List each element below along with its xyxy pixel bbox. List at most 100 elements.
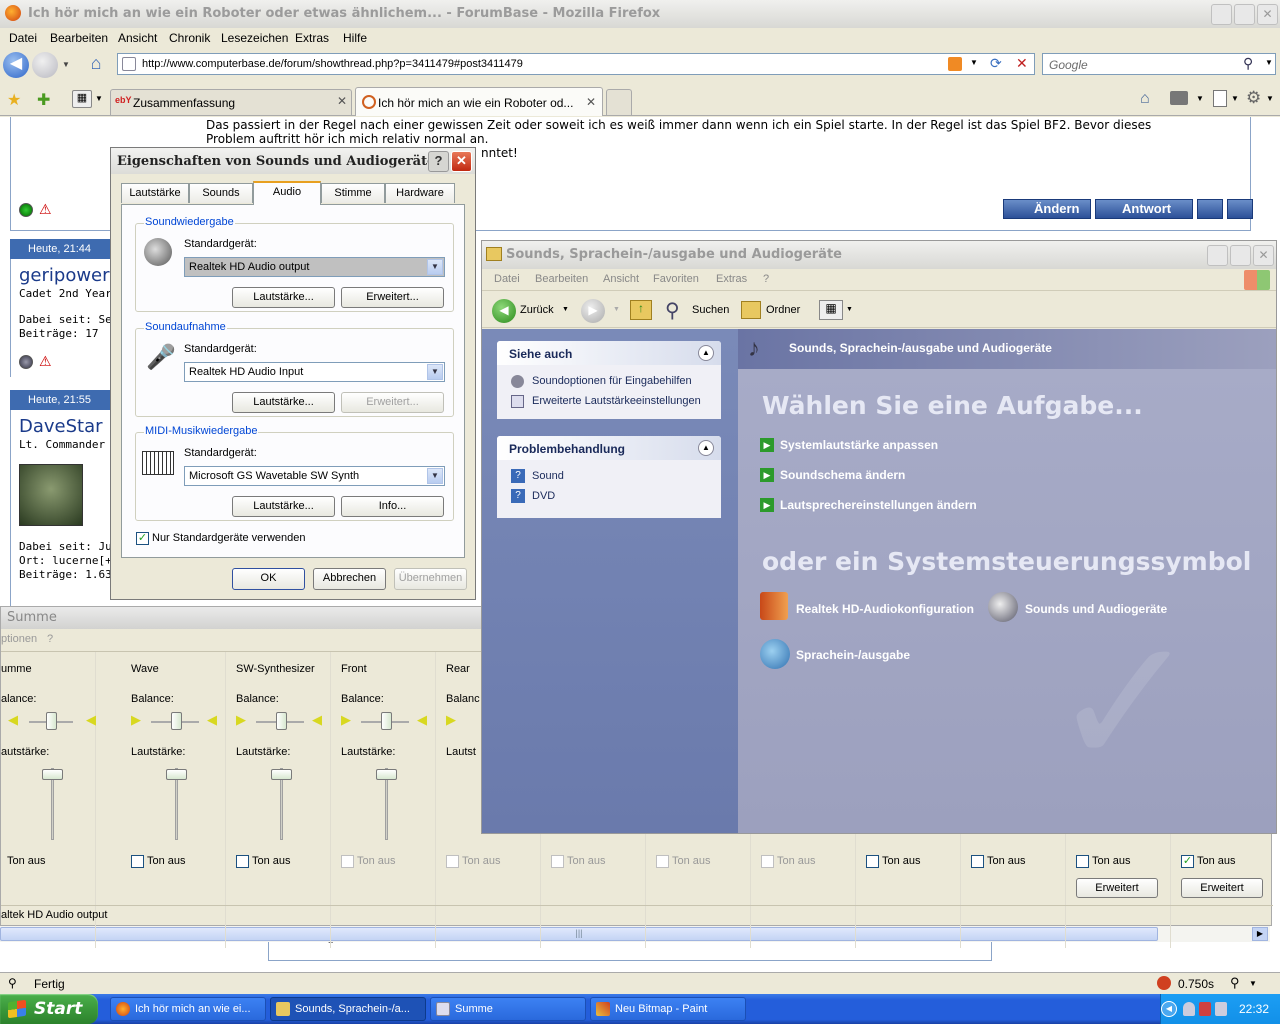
maximize-button[interactable] — [1234, 4, 1255, 25]
tray-user-icon[interactable] — [1183, 1002, 1195, 1016]
mute-checkbox[interactable] — [656, 855, 669, 868]
quick-reply-button[interactable] — [1227, 199, 1253, 219]
cpl-menu-bearbeiten[interactable]: Bearbeiten — [535, 273, 588, 285]
tray-volume-icon[interactable] — [1215, 1002, 1227, 1016]
troubleshoot-sound[interactable]: Sound — [532, 470, 564, 482]
playback-volume-button[interactable]: Lautstärke... — [232, 287, 335, 308]
tab-roboter[interactable]: Ich hör mich an wie ein Roboter od... ✕ — [355, 87, 603, 116]
search-input[interactable]: Google ⚲ ▼ — [1042, 53, 1276, 75]
back-icon[interactable]: ◀ — [3, 52, 29, 78]
tray-warning-icon[interactable] — [1199, 1002, 1211, 1016]
tab-list-dropdown-icon[interactable]: ▼ — [95, 94, 103, 103]
menu-lesezeichen[interactable]: Lesezeichen — [221, 31, 288, 45]
volume-slider[interactable] — [166, 769, 187, 780]
mute-checkbox[interactable] — [446, 855, 459, 868]
balance-slider[interactable] — [171, 712, 182, 730]
cancel-button[interactable]: Abbrechen — [313, 568, 386, 590]
ok-button[interactable]: OK — [232, 568, 305, 590]
task-system-volume[interactable]: Systemlautstärke anpassen — [780, 438, 938, 452]
search-dropdown-icon[interactable]: ▼ — [1265, 58, 1273, 67]
cpl-menu-ansicht[interactable]: Ansicht — [603, 273, 639, 285]
tab-audio[interactable]: Audio — [253, 181, 321, 205]
mute-checkbox[interactable]: ✓ — [1181, 855, 1194, 868]
mute-checkbox[interactable] — [866, 855, 879, 868]
zoom-dropdown-icon[interactable]: ▼ — [1249, 979, 1257, 988]
cpl-menu-extras[interactable]: Extras — [716, 273, 747, 285]
folders-label[interactable]: Ordner — [766, 304, 800, 316]
troubleshoot-dvd[interactable]: DVD — [532, 490, 555, 502]
balance-slider[interactable] — [46, 712, 57, 730]
report-icon[interactable]: ⚠ — [39, 201, 52, 218]
midi-device-select[interactable]: Microsoft GS Wavetable SW Synth ▼ — [184, 466, 445, 486]
search-icon[interactable]: ⚲ — [1243, 55, 1253, 72]
help-button[interactable]: ? — [428, 151, 449, 172]
cpl-menu-help[interactable]: ? — [763, 273, 769, 285]
only-default-checkbox[interactable]: ✓ — [136, 532, 149, 545]
menu-bearbeiten[interactable]: Bearbeiten — [50, 31, 108, 45]
cpl-menu-datei[interactable]: Datei — [494, 273, 520, 285]
multiquote-button[interactable] — [1197, 199, 1223, 219]
username-geripower[interactable]: geripower — [19, 265, 110, 286]
menu-hilfe[interactable]: Hilfe — [343, 31, 367, 45]
tools-gear-icon[interactable]: ⚙ — [1246, 88, 1261, 108]
search-label[interactable]: Suchen — [692, 304, 729, 316]
close-button[interactable]: ✕ — [451, 151, 472, 172]
zoom-icon[interactable]: ⚲ — [1230, 975, 1240, 991]
cpl-menu-favoriten[interactable]: Favoriten — [653, 273, 699, 285]
icon-speech[interactable]: Sprachein-/ausgabe — [796, 648, 910, 662]
midi-volume-button[interactable]: Lautstärke... — [232, 496, 335, 517]
icon-realtek[interactable]: Realtek HD-Audiokonfiguration — [796, 602, 974, 616]
balance-slider[interactable] — [276, 712, 287, 730]
advanced-button[interactable]: Erweitert — [1181, 878, 1263, 898]
edit-button[interactable]: Ändern — [1003, 199, 1091, 219]
tab-zusammenfassung[interactable]: ebY Zusammenfassung ✕ — [110, 89, 352, 115]
history-dropdown-icon[interactable]: ▼ — [62, 60, 70, 69]
mixer-menu-help[interactable]: ? — [47, 633, 53, 645]
report-icon[interactable]: ⚠ — [39, 353, 52, 370]
tab-stimme[interactable]: Stimme — [321, 183, 385, 203]
see-also-link-1[interactable]: Soundoptionen für Eingabehilfen — [532, 375, 692, 387]
volume-slider[interactable] — [42, 769, 63, 780]
tab-close-icon[interactable]: ✕ — [337, 94, 347, 108]
back-label[interactable]: Zurück — [520, 304, 554, 316]
forward-icon[interactable] — [32, 52, 58, 78]
mute-checkbox[interactable] — [551, 855, 564, 868]
tab-sounds[interactable]: Sounds — [189, 183, 253, 203]
mixer-titlebar[interactable]: Summe — [1, 607, 483, 629]
search-icon[interactable]: ⚲ — [665, 298, 680, 323]
reload-icon[interactable]: ⟳ — [990, 55, 1002, 72]
mute-checkbox[interactable] — [1076, 855, 1089, 868]
taskbar-item-firefox[interactable]: Ich hör mich an wie ei... — [110, 997, 266, 1021]
find-icon[interactable]: ⚲ — [8, 976, 17, 990]
mixer-menu-options[interactable]: ptionen — [1, 633, 37, 645]
close-button[interactable]: ✕ — [1257, 4, 1278, 25]
task-sound-scheme[interactable]: Soundschema ändern — [780, 468, 905, 482]
collapse-icon[interactable]: ▲ — [698, 345, 714, 361]
folders-icon[interactable] — [741, 301, 761, 319]
firefox-titlebar[interactable]: Ich hör mich an wie ein Roboter oder etw… — [0, 0, 1280, 28]
menu-extras[interactable]: Extras — [295, 31, 329, 45]
taskbar-item-sounds[interactable]: Sounds, Sprachein-/a... — [270, 997, 426, 1021]
see-also-link-2[interactable]: Erweiterte Lautstärkeeinstellungen — [532, 395, 701, 407]
playback-device-select[interactable]: Realtek HD Audio output ▼ — [184, 257, 445, 277]
views-dropdown-icon[interactable]: ▼ — [846, 306, 853, 313]
menu-chronik[interactable]: Chronik — [169, 31, 210, 45]
close-button[interactable]: ✕ — [1253, 245, 1274, 266]
page-menu-icon[interactable] — [1213, 90, 1227, 107]
mute-checkbox[interactable] — [131, 855, 144, 868]
playback-advanced-button[interactable]: Erweitert... — [341, 287, 444, 308]
balance-slider[interactable] — [381, 712, 392, 730]
taskbar-item-paint[interactable]: Neu Bitmap - Paint — [590, 997, 746, 1021]
up-folder-icon[interactable]: ↑ — [630, 300, 652, 320]
volume-slider[interactable] — [271, 769, 292, 780]
addon-icon[interactable]: ✚ — [37, 90, 50, 110]
recording-volume-button[interactable]: Lautstärke... — [232, 392, 335, 413]
tab-hardware[interactable]: Hardware — [385, 183, 455, 203]
cpl-titlebar[interactable]: Sounds, Sprachein-/ausgabe und Audiogerä… — [482, 241, 1276, 269]
mute-checkbox[interactable] — [0, 855, 4, 868]
tools-dropdown-icon[interactable]: ▼ — [1266, 94, 1274, 103]
new-tab-button[interactable] — [606, 89, 632, 115]
mute-checkbox[interactable] — [236, 855, 249, 868]
back-icon[interactable]: ◀ — [492, 299, 516, 323]
forward-dropdown-icon[interactable]: ▼ — [613, 306, 620, 313]
